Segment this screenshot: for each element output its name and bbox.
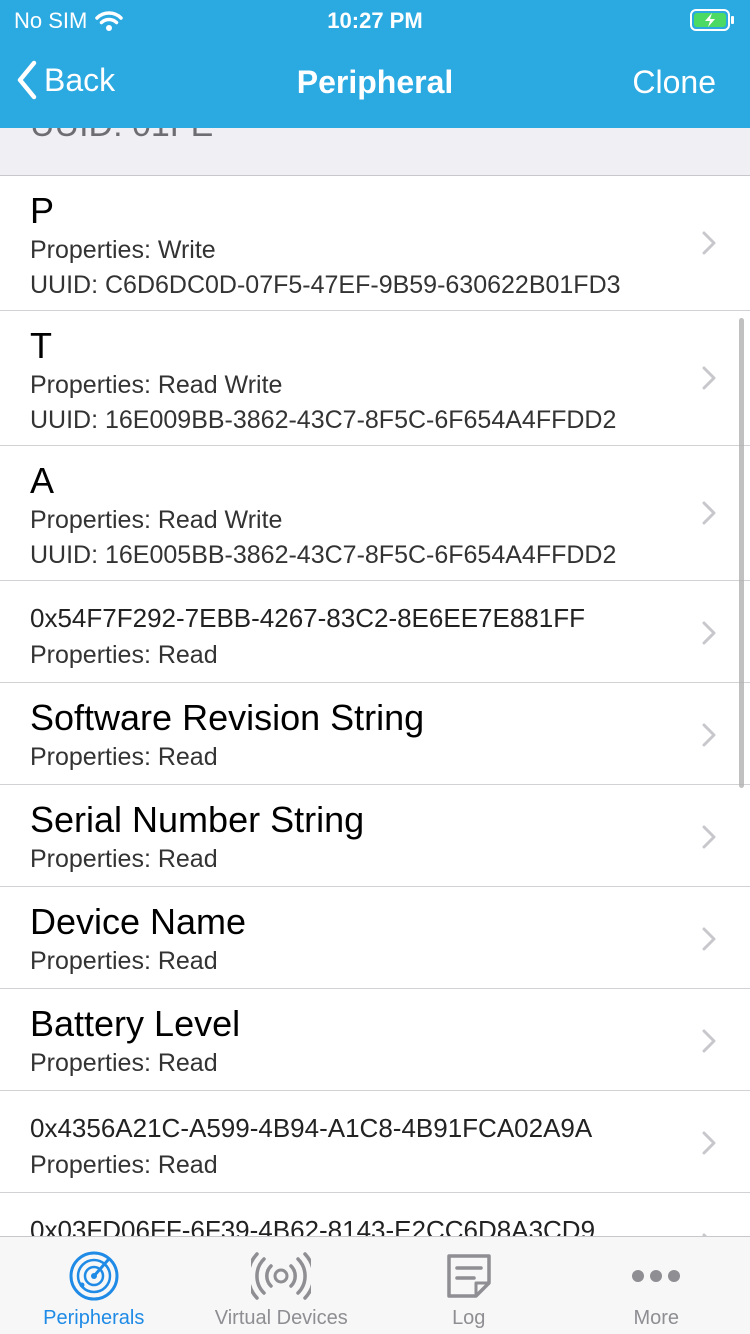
characteristic-row[interactable]: T Properties: Read Write UUID: 16E009BB-… (0, 311, 750, 446)
chevron-right-icon (702, 1131, 716, 1155)
characteristic-title: T (30, 325, 52, 366)
characteristic-title: Battery Level (30, 1003, 241, 1044)
tab-bar: Peripherals Virtual Devices Log More (0, 1236, 750, 1334)
characteristic-properties: Properties: Read (30, 1151, 218, 1179)
characteristic-properties: Properties: Read (30, 1049, 218, 1077)
characteristic-row[interactable]: P Properties: Write UUID: C6D6DC0D-07F5-… (0, 176, 750, 311)
chevron-right-icon (702, 231, 716, 255)
chevron-right-icon (702, 621, 716, 645)
navigation-bar: Back Peripheral Clone (0, 56, 750, 114)
characteristic-title: Serial Number String (30, 799, 365, 840)
tab-label: Log (452, 1307, 486, 1329)
characteristic-row[interactable]: 0x54F7F292-7EBB-4267-83C2-8E6EE7E881FF P… (0, 581, 750, 683)
tab-label: More (633, 1307, 680, 1329)
characteristic-properties: Properties: Read (30, 845, 218, 873)
header: No SIM 10:27 PM Back Peripheral Clone (0, 0, 750, 128)
chevron-right-icon (702, 927, 716, 951)
characteristics-list: P Properties: Write UUID: C6D6DC0D-07F5-… (0, 176, 750, 1295)
characteristic-row[interactable]: Battery Level Properties: Read (0, 989, 750, 1091)
tab-virtual-devices[interactable]: Virtual Devices (188, 1237, 376, 1334)
characteristic-properties: Properties: Write (30, 236, 216, 264)
characteristic-uuid: UUID: 16E009BB-3862-43C7-8F5C-6F654A4FFD… (30, 406, 617, 434)
characteristic-properties: Properties: Read (30, 641, 218, 669)
characteristic-properties: Properties: Read (30, 947, 218, 975)
status-time: 10:27 PM (327, 8, 423, 33)
tab-peripherals[interactable]: Peripherals (0, 1237, 188, 1334)
characteristic-properties: Properties: Read Write (30, 506, 283, 534)
log-icon (447, 1254, 491, 1298)
characteristic-row[interactable]: 0x4356A21C-A599-4B94-A1C8-4B91FCA02A9A P… (0, 1091, 750, 1193)
chevron-right-icon (702, 501, 716, 525)
section-header: UUID: 01FE (0, 128, 750, 176)
clone-button[interactable]: Clone (632, 64, 716, 101)
characteristic-title: A (30, 460, 55, 501)
chevron-right-icon (702, 825, 716, 849)
battery-icon (690, 8, 736, 38)
characteristic-row[interactable]: A Properties: Read Write UUID: 16E005BB-… (0, 446, 750, 581)
characteristic-uuid: UUID: 16E005BB-3862-43C7-8F5C-6F654A4FFD… (30, 541, 617, 569)
chevron-right-icon (702, 723, 716, 747)
characteristic-properties: Properties: Read (30, 743, 218, 771)
characteristic-title: P (30, 190, 55, 231)
tab-more[interactable]: More (563, 1237, 750, 1334)
characteristic-title: Device Name (30, 901, 247, 942)
chevron-right-icon (702, 366, 716, 390)
broadcast-icon (251, 1252, 312, 1300)
tab-label: Peripherals (43, 1307, 145, 1329)
characteristic-title: 0x54F7F292-7EBB-4267-83C2-8E6EE7E881FF (30, 603, 585, 633)
characteristic-uuid: UUID: C6D6DC0D-07F5-47EF-9B59-630622B01F… (30, 271, 621, 299)
characteristic-row[interactable]: Software Revision String Properties: Rea… (0, 683, 750, 785)
chevron-right-icon (702, 1029, 716, 1053)
status-bar: No SIM 10:27 PM (0, 0, 750, 42)
tab-label: Virtual Devices (214, 1307, 348, 1329)
characteristic-row[interactable]: Device Name Properties: Read (0, 887, 750, 989)
characteristic-properties: Properties: Read Write (30, 371, 283, 399)
characteristic-title: Software Revision String (30, 697, 425, 738)
radar-icon (69, 1251, 119, 1301)
section-header-text: UUID: 01FE (30, 128, 213, 145)
tab-log[interactable]: Log (375, 1237, 563, 1334)
scroll-indicator (739, 318, 744, 788)
characteristic-row[interactable]: Serial Number String Properties: Read (0, 785, 750, 887)
more-icon (632, 1270, 681, 1282)
characteristic-title: 0x4356A21C-A599-4B94-A1C8-4B91FCA02A9A (30, 1113, 593, 1143)
